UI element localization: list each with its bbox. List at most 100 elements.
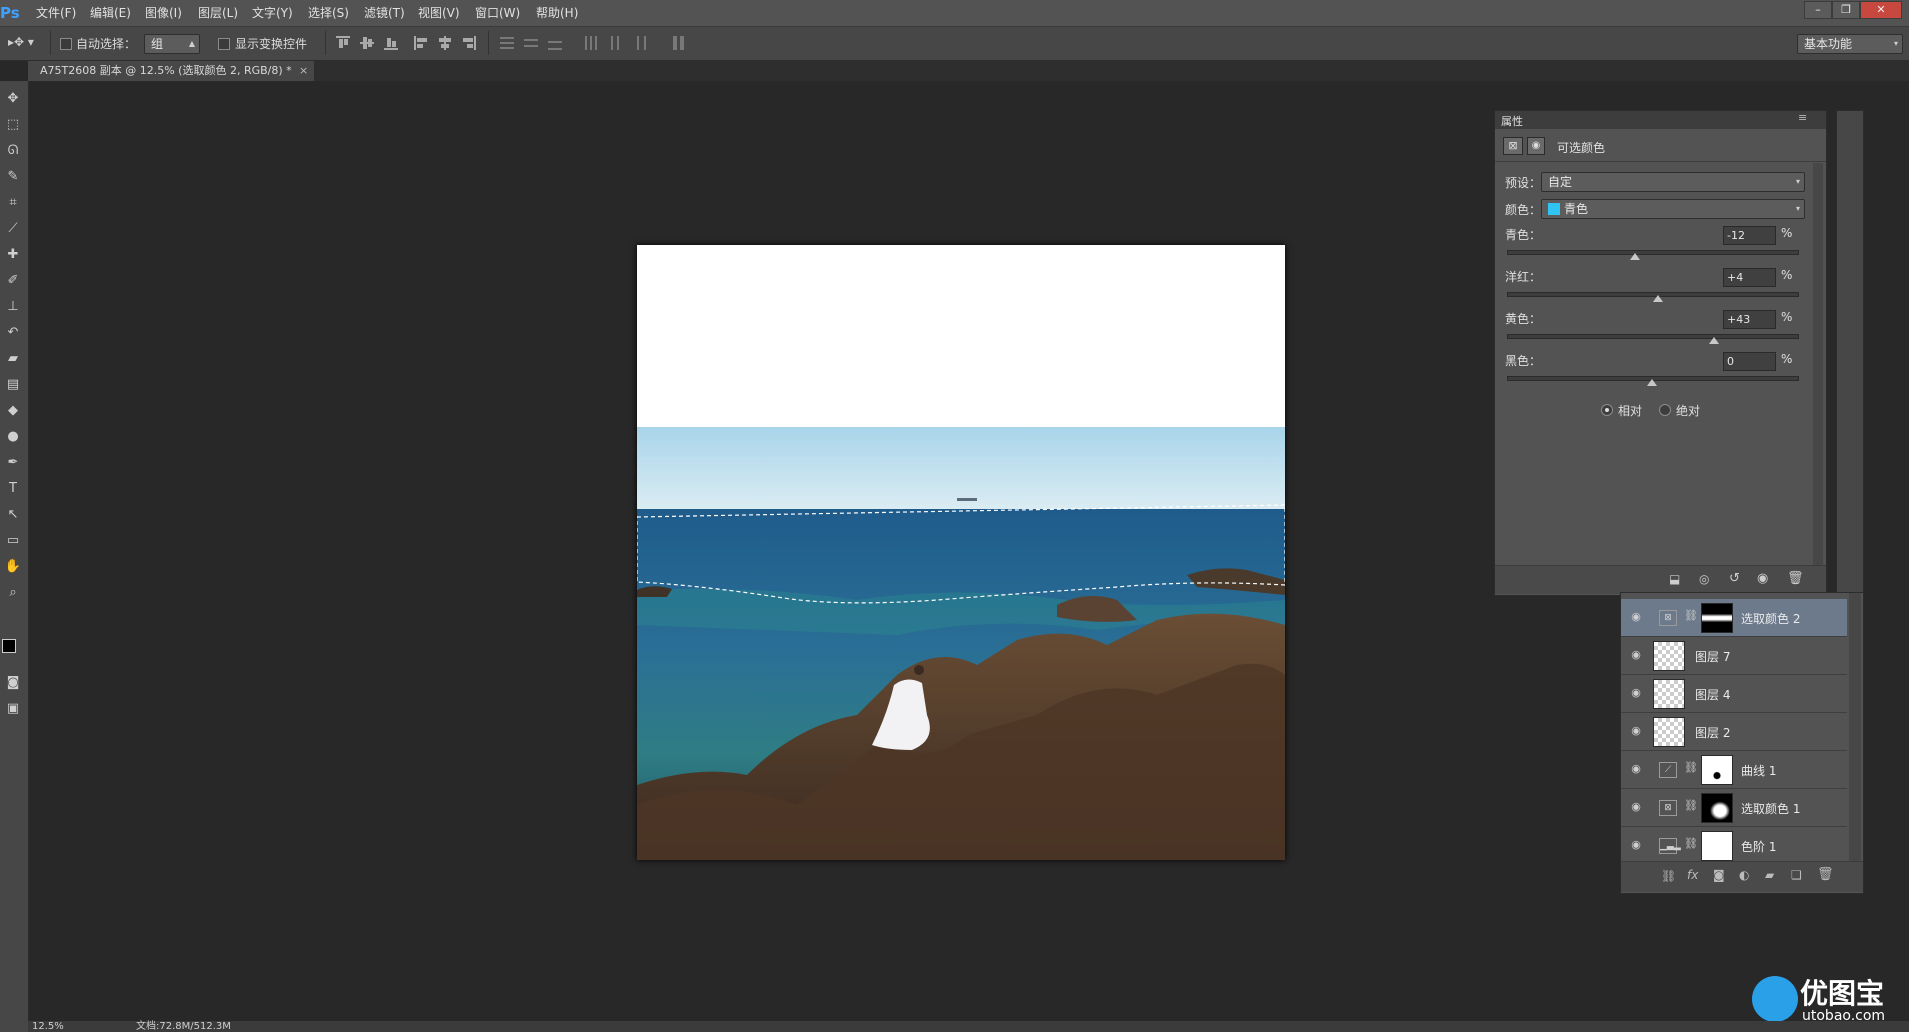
hand-tool-icon[interactable]: ✋ [3,557,23,577]
screen-mode-icon[interactable]: ▣ [3,699,23,719]
chain-link-icon[interactable]: ⛓ [1684,799,1698,812]
quick-select-tool-icon[interactable]: ✎ [3,167,23,187]
brush-tool-icon[interactable]: ✐ [3,271,23,291]
layer-row[interactable]: ◉ ⟋ ⛓ 曲线 1 [1621,751,1847,789]
slider-magenta-thumb[interactable] [1652,295,1663,302]
document-tab-close-icon[interactable]: × [299,61,308,81]
radio-absolute[interactable] [1659,404,1671,416]
preset-dropdown[interactable]: 自定 ▾ [1541,172,1805,192]
blur-tool-icon[interactable]: ◆ [3,401,23,421]
pen-tool-icon[interactable]: ✒ [3,453,23,473]
slider-black-input[interactable]: 0 [1723,352,1776,371]
distribute-right-icon[interactable] [632,36,646,50]
healing-brush-tool-icon[interactable]: ✚ [3,245,23,265]
layer-thumbnail[interactable] [1653,679,1685,709]
slider-magenta-input[interactable]: +4 [1723,268,1776,287]
align-vcenter-icon[interactable] [360,36,374,50]
menu-select[interactable]: 选择(S) [308,4,349,21]
delete-icon[interactable]: 🗑 [1787,571,1804,586]
visibility-icon[interactable]: ◉ [1757,571,1768,586]
history-brush-tool-icon[interactable]: ↶ [3,323,23,343]
eraser-tool-icon[interactable]: ▰ [3,349,23,369]
distribute-left-icon[interactable] [584,36,598,50]
radio-relative[interactable] [1601,404,1613,416]
lasso-tool-icon[interactable]: ᘏ [3,141,23,161]
layer-row[interactable]: ◉ ⊠ ⛓ 选取颜色 2 [1621,599,1847,637]
eye-icon[interactable]: ◉ [1629,611,1643,623]
gradient-tool-icon[interactable]: ▤ [3,375,23,395]
panel-menu-icon[interactable]: ≡ [1798,111,1807,124]
eye-icon[interactable]: ◉ [1629,725,1643,737]
slider-yellow-thumb[interactable] [1709,337,1720,344]
eye-icon[interactable]: ◉ [1629,801,1643,813]
distribute-bottom-icon[interactable] [548,36,562,50]
link-layers-icon[interactable]: ⛓ [1661,869,1676,883]
menu-help[interactable]: 帮助(H) [536,4,578,21]
layer-row[interactable]: ◉ ⊠ ⛓ 选取颜色 1 [1621,789,1847,827]
new-layer-icon[interactable]: ❏ [1791,868,1802,882]
slider-yellow-track[interactable] [1507,334,1799,339]
slider-black-thumb[interactable] [1647,379,1657,386]
color-dropdown[interactable]: 青色 ▾ [1541,199,1805,219]
distribute-hcenter-icon[interactable] [608,36,622,50]
menu-view[interactable]: 视图(V) [418,4,460,21]
workspace-dropdown[interactable]: 基本功能 ▾ [1797,34,1903,54]
align-hcenter-icon[interactable] [438,36,452,50]
fx-icon[interactable]: fx [1687,868,1698,882]
zoom-tool-icon[interactable]: ⌕ [3,583,23,603]
delete-layer-icon[interactable]: 🗑 [1817,867,1834,882]
layer-row[interactable]: ◉ 图层 2 [1621,713,1847,751]
new-adjustment-icon[interactable]: ◐ [1739,868,1749,882]
auto-select-dropdown[interactable]: 组 ▲ [144,34,200,54]
reset-icon[interactable]: ↺ [1729,571,1740,586]
align-bottom-icon[interactable] [384,36,398,50]
layer-row[interactable]: ◉ ▁▃▂ ⛓ 色阶 1 [1621,827,1847,865]
layer-thumbnail[interactable] [1653,717,1685,747]
eye-icon[interactable]: ◉ [1629,839,1643,851]
align-left-icon[interactable] [414,36,428,50]
slider-cyan-input[interactable]: -12 [1723,226,1776,245]
chain-link-icon[interactable]: ⛓ [1684,761,1698,774]
marquee-tool-icon[interactable]: ⬚ [3,115,23,135]
layers-scrollbar[interactable] [1849,593,1861,861]
menu-edit[interactable]: 编辑(E) [90,4,131,21]
slider-cyan-track[interactable] [1507,250,1799,255]
layer-mask-thumbnail[interactable] [1701,603,1733,633]
auto-align-icon[interactable] [672,36,686,50]
mask-icon[interactable]: ◉ [1527,137,1545,155]
layer-thumbnail[interactable] [1653,641,1685,671]
menu-window[interactable]: 窗口(W) [475,4,520,21]
eyedropper-tool-icon[interactable]: ⟋ [3,219,23,239]
chain-link-icon[interactable]: ⛓ [1684,609,1698,622]
menu-type[interactable]: 文字(Y) [252,4,293,21]
menu-file[interactable]: 文件(F) [36,4,76,21]
crop-tool-icon[interactable]: ⌗ [3,193,23,213]
layer-mask-thumbnail[interactable] [1701,831,1733,861]
minimize-button[interactable]: – [1804,1,1832,19]
chain-link-icon[interactable]: ⛓ [1684,837,1698,850]
new-group-icon[interactable]: ▰ [1765,868,1774,882]
menu-image[interactable]: 图像(I) [145,4,182,21]
menu-layer[interactable]: 图层(L) [198,4,238,21]
add-mask-icon[interactable]: ◙ [1713,868,1725,882]
layer-row[interactable]: ◉ 图层 4 [1621,675,1847,713]
restore-button[interactable]: ❐ [1832,1,1860,19]
eye-icon[interactable]: ◉ [1629,687,1643,699]
eye-icon[interactable]: ◉ [1629,763,1643,775]
dodge-tool-icon[interactable]: ● [3,427,23,447]
align-top-icon[interactable] [336,36,350,50]
foreground-color-swatch[interactable] [2,639,16,653]
slider-cyan-thumb[interactable] [1629,253,1640,260]
distribute-vcenter-icon[interactable] [524,36,538,50]
show-transform-checkbox[interactable] [218,38,230,50]
layer-mask-thumbnail[interactable] [1701,793,1733,823]
align-right-icon[interactable] [462,36,476,50]
close-window-button[interactable]: ✕ [1860,1,1902,19]
document-canvas[interactable] [637,245,1285,860]
type-tool-icon[interactable]: T [3,479,23,499]
distribute-top-icon[interactable] [500,36,514,50]
auto-select-checkbox[interactable] [60,38,72,50]
slider-yellow-input[interactable]: +43 [1723,310,1776,329]
rectangle-tool-icon[interactable]: ▭ [3,531,23,551]
clip-to-layer-icon[interactable]: ⬓ [1669,572,1680,586]
